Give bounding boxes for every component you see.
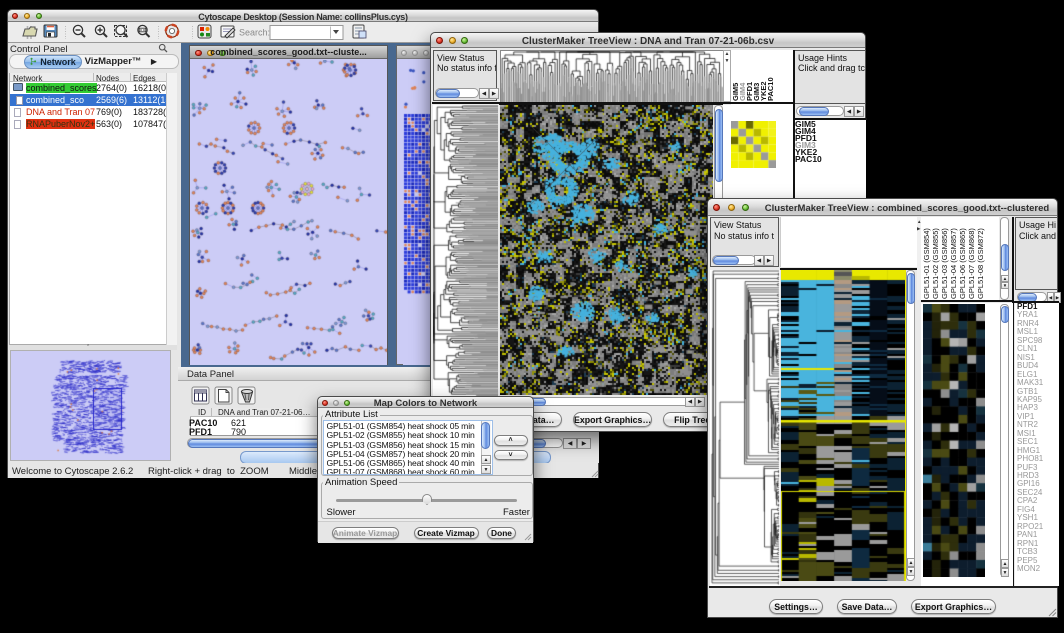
svg-text:Search:: Search: bbox=[239, 28, 270, 38]
